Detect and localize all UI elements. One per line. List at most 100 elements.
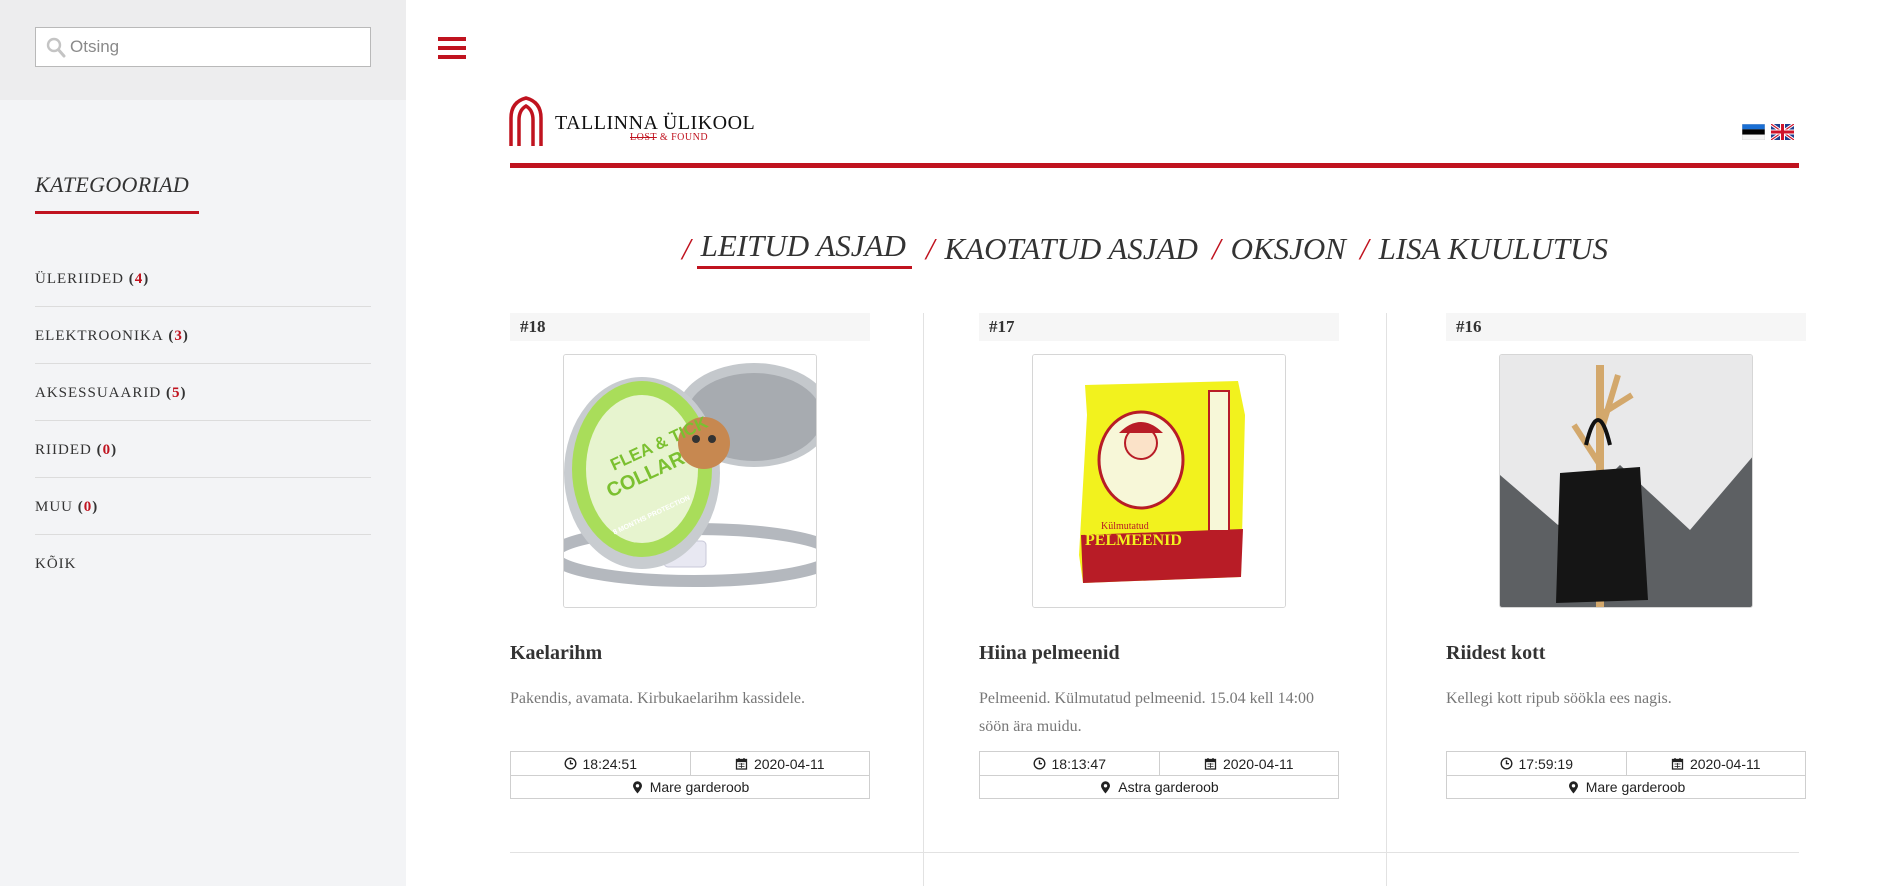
item-time: 17:59:19 bbox=[1447, 752, 1626, 775]
item-date-text: 2020-04-11 bbox=[1222, 755, 1294, 772]
item-image[interactable]: Külmutatud PELMEENID bbox=[1032, 354, 1286, 608]
tab-kaotatud-asjad[interactable]: / KAOTATUD ASJAD bbox=[926, 228, 1198, 269]
item-number: #16 bbox=[1446, 313, 1806, 341]
item-location-text: Mare garderoob bbox=[649, 779, 750, 795]
search-input[interactable] bbox=[70, 28, 365, 66]
tab-slash: / bbox=[682, 230, 691, 266]
search-icon bbox=[46, 37, 66, 58]
tab-label: OKSJON bbox=[1230, 230, 1346, 266]
category-item-koik[interactable]: KÕIK bbox=[35, 535, 371, 592]
collar-product-image: FLEA & TICK COLLAR 8 MONTHS PROTECTION bbox=[564, 355, 816, 607]
item-location-text: Mare garderoob bbox=[1585, 779, 1686, 795]
category-item-elektroonika[interactable]: ELEKTROONIKA (3) bbox=[35, 307, 371, 364]
item-description: Pelmeenid. Külmutatud pelmeenid. 15.04 k… bbox=[979, 690, 1315, 735]
card-divider bbox=[1386, 313, 1387, 886]
item-date: 2020-04-11 bbox=[689, 752, 870, 775]
category-label: KÕIK bbox=[35, 556, 77, 572]
category-count: 3 bbox=[174, 327, 183, 344]
sidebar: KATEGOORIAD ÜLERIIDED (4) ELEKTROONIKA (… bbox=[0, 0, 406, 886]
category-label: AKSESSUAARID bbox=[35, 384, 162, 401]
estonian-flag-icon[interactable] bbox=[1742, 124, 1765, 140]
logo-sub-found: & FOUND bbox=[659, 132, 709, 143]
item-number: #18 bbox=[510, 313, 870, 341]
item-time-text: 18:13:47 bbox=[1051, 755, 1107, 772]
item-title[interactable]: Kaelarihm bbox=[510, 642, 870, 665]
category-count: 5 bbox=[171, 384, 181, 401]
item-card[interactable]: #16 Riidest kott Kellegi kott ripub söök… bbox=[1446, 313, 1806, 799]
category-count: 0 bbox=[102, 441, 112, 458]
categories-underline bbox=[35, 211, 199, 214]
item-card[interactable]: #17 Külmutatud PELMEENID Hiina pelmeenid… bbox=[979, 313, 1339, 799]
menu-toggle-button[interactable] bbox=[438, 37, 466, 63]
item-description: Pakendis, avamata. Kirbukaelarihm kassid… bbox=[510, 690, 806, 707]
clock-icon bbox=[1032, 757, 1046, 770]
uk-flag-icon[interactable] bbox=[1771, 124, 1794, 140]
item-title[interactable]: Hiina pelmeenid bbox=[979, 642, 1339, 665]
category-count: 0 bbox=[83, 498, 93, 515]
category-count: 4 bbox=[134, 270, 144, 287]
search-area bbox=[0, 0, 406, 100]
item-image[interactable]: FLEA & TICK COLLAR 8 MONTHS PROTECTION bbox=[563, 354, 817, 608]
card-divider bbox=[923, 313, 924, 886]
category-label: ELEKTROONIKA bbox=[35, 327, 164, 344]
category-label: MUU bbox=[35, 498, 74, 515]
search-box[interactable] bbox=[35, 27, 371, 67]
clock-icon bbox=[563, 757, 577, 770]
categories-title: KATEGOORIAD bbox=[35, 172, 190, 197]
clock-icon bbox=[1499, 757, 1513, 770]
category-item-ueleriided[interactable]: ÜLERIIDED (4) bbox=[35, 250, 371, 307]
dumplings-label-2: PELMEENID bbox=[1085, 532, 1182, 549]
item-meta: 17:59:19 2020-04-11 Mare garderoob bbox=[1446, 751, 1806, 799]
tab-slash: / bbox=[1359, 230, 1369, 266]
item-location: Astra garderoob bbox=[980, 776, 1338, 798]
item-number: #17 bbox=[979, 313, 1339, 341]
category-item-muu[interactable]: MUU (0) bbox=[35, 478, 371, 535]
item-location-text: Astra garderoob bbox=[1118, 779, 1219, 795]
tab-label: LEITUD ASJAD bbox=[696, 228, 912, 269]
item-date: 2020-04-11 bbox=[1625, 752, 1806, 775]
item-date: 2020-04-11 bbox=[1158, 752, 1339, 775]
tab-lisa-kuulutus[interactable]: / LISA KUULUTUS bbox=[1360, 228, 1608, 269]
item-time-text: 17:59:19 bbox=[1518, 755, 1574, 772]
item-meta: 18:13:47 2020-04-11 Astra garderoob bbox=[979, 751, 1339, 799]
item-time-text: 18:24:51 bbox=[582, 755, 638, 772]
item-location: Mare garderoob bbox=[511, 776, 869, 798]
category-item-riided[interactable]: RIIDED (0) bbox=[35, 421, 371, 478]
tab-slash: / bbox=[925, 230, 935, 266]
tab-label: LISA KUULUTUS bbox=[1378, 230, 1608, 266]
dumplings-product-image: Külmutatud PELMEENID bbox=[1033, 355, 1285, 607]
item-time: 18:24:51 bbox=[511, 752, 690, 775]
category-item-aksessuaarid[interactable]: AKSESSUAARID (5) bbox=[35, 364, 371, 421]
header-divider bbox=[510, 163, 1799, 168]
main-tabs: / LEITUD ASJAD / KAOTATUD ASJAD / OKSJON / L… bbox=[682, 228, 1622, 269]
category-label: ÜLERIIDED bbox=[35, 270, 124, 287]
site-logo[interactable]: TALLINNA ÜLIKOOL LOST & FOUND bbox=[508, 96, 768, 146]
calendar-icon bbox=[1204, 758, 1217, 770]
item-description: Kellegi kott ripub söökla ees nagis. bbox=[1446, 690, 1672, 707]
item-meta: 18:24:51 2020-04-11 Mare garderoob bbox=[510, 751, 870, 799]
item-location: Mare garderoob bbox=[1447, 776, 1805, 798]
map-pin-icon bbox=[1101, 780, 1111, 793]
map-pin-icon bbox=[632, 780, 642, 793]
item-date-text: 2020-04-11 bbox=[1689, 755, 1761, 772]
item-card[interactable]: #18 FLEA & TICK COLLAR 8 MONTHS PROTECTI… bbox=[510, 313, 870, 799]
hamburger-bar bbox=[438, 46, 466, 50]
calendar-icon bbox=[735, 758, 748, 770]
bag-product-image bbox=[1500, 355, 1752, 607]
dumplings-label-1: Külmutatud bbox=[1101, 521, 1149, 532]
item-image[interactable] bbox=[1499, 354, 1753, 608]
logo-subtitle: LOST & FOUND bbox=[630, 132, 708, 143]
item-date-text: 2020-04-11 bbox=[753, 755, 825, 772]
tab-oksjon[interactable]: / OKSJON bbox=[1212, 228, 1346, 269]
language-switcher bbox=[1742, 124, 1794, 140]
item-time: 18:13:47 bbox=[980, 752, 1159, 775]
tab-slash: / bbox=[1211, 230, 1221, 266]
hamburger-bar bbox=[438, 37, 466, 41]
row-divider bbox=[510, 852, 1799, 853]
item-title[interactable]: Riidest kott bbox=[1446, 642, 1806, 665]
category-label: RIIDED bbox=[35, 441, 92, 458]
logo-arch-icon bbox=[509, 96, 543, 146]
category-list: ÜLERIIDED (4) ELEKTROONIKA (3) AKSESSUAA… bbox=[35, 250, 371, 592]
map-pin-icon bbox=[1568, 780, 1578, 793]
tab-leitud-asjad[interactable]: / LEITUD ASJAD bbox=[682, 228, 912, 269]
